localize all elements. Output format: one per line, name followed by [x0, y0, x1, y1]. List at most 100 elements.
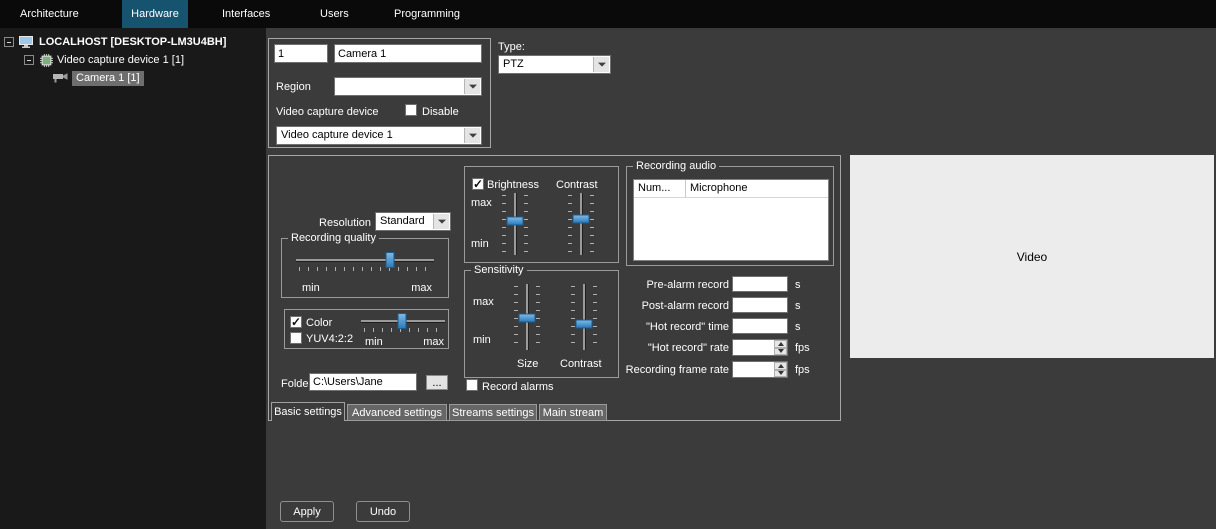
- min-label: min: [471, 238, 489, 250]
- slider-ticks: [524, 195, 528, 253]
- slider-track: [580, 193, 582, 255]
- capture-device-label: Video capture device: [276, 106, 379, 118]
- brightness-label: Brightness: [487, 179, 539, 191]
- tab-architecture[interactable]: Architecture: [12, 0, 87, 28]
- camera-name-input[interactable]: [334, 44, 482, 63]
- tab-basic-settings[interactable]: Basic settings: [271, 402, 345, 421]
- contrast-label: Contrast: [560, 358, 602, 370]
- capture-device-icon: [40, 54, 53, 70]
- unit-label: s: [795, 321, 801, 333]
- collapse-toggle-icon[interactable]: [4, 37, 14, 47]
- record-alarms-checkbox[interactable]: [466, 379, 478, 391]
- pre-alarm-record-input[interactable]: [732, 276, 788, 292]
- color-checkbox[interactable]: [290, 315, 302, 329]
- folder-input[interactable]: [309, 373, 417, 391]
- recording-audio-list[interactable]: Num... Microphone: [633, 179, 829, 261]
- resolution-label: Resolution: [319, 217, 371, 229]
- tree-item-label[interactable]: Video capture device 1 [1]: [57, 53, 184, 68]
- slider-thumb[interactable]: [518, 313, 536, 323]
- chevron-down-icon: [464, 128, 480, 143]
- hot-record-rate-spinner[interactable]: [732, 339, 788, 356]
- camera-icon: [52, 72, 69, 86]
- video-preview-panel: Video: [850, 155, 1214, 358]
- slider-ticks: [536, 286, 540, 348]
- column-header-num[interactable]: Num...: [634, 180, 686, 197]
- tree-row-camera[interactable]: Camera 1 [1]: [0, 70, 266, 87]
- brightness-checkbox[interactable]: [472, 177, 484, 191]
- yuv-checkbox[interactable]: [290, 332, 302, 344]
- camera-identity-panel: Region Video capture device Disable Vide…: [268, 38, 491, 148]
- brightness-slider[interactable]: [502, 193, 528, 255]
- spin-down-icon[interactable]: [774, 369, 787, 377]
- type-label: Type:: [498, 41, 525, 53]
- tab-main-stream[interactable]: Main stream: [539, 404, 607, 421]
- folder-label: Folder: [281, 378, 313, 390]
- tree-item-label[interactable]: Camera 1 [1]: [72, 71, 144, 86]
- hardware-tree: LOCALHOST [DESKTOP-LM3U4BH] Video captur…: [0, 28, 266, 529]
- sensitivity-size-slider[interactable]: [514, 284, 540, 350]
- slider-thumb[interactable]: [385, 252, 395, 268]
- max-label: max: [473, 296, 494, 308]
- capture-device-select-value: Video capture device 1: [281, 129, 393, 141]
- recording-frame-rate-input[interactable]: [733, 362, 773, 377]
- resolution-select-value: Standard: [380, 215, 425, 227]
- post-alarm-record-input[interactable]: [732, 297, 788, 313]
- min-label: min: [302, 282, 320, 294]
- folder-browse-button[interactable]: ...: [426, 375, 448, 390]
- capture-device-select[interactable]: Video capture device 1: [276, 126, 482, 145]
- collapse-toggle-icon[interactable]: [24, 55, 34, 65]
- slider-thumb[interactable]: [397, 313, 407, 329]
- undo-button[interactable]: Undo: [356, 501, 410, 522]
- brightness-contrast-group: Brightness Contrast max min: [464, 166, 619, 263]
- apply-button[interactable]: Apply: [280, 501, 334, 522]
- unit-label: s: [795, 279, 801, 291]
- type-select[interactable]: PTZ: [498, 55, 611, 74]
- tab-users[interactable]: Users: [312, 0, 357, 28]
- computer-icon: [19, 36, 33, 52]
- camera-id-input[interactable]: [274, 44, 328, 63]
- region-select[interactable]: [334, 77, 482, 96]
- type-select-value: PTZ: [503, 58, 524, 70]
- spin-up-icon[interactable]: [774, 340, 787, 348]
- disable-label: Disable: [422, 106, 459, 118]
- tree-row-localhost[interactable]: LOCALHOST [DESKTOP-LM3U4BH]: [0, 34, 266, 51]
- slider-ticks: [568, 195, 572, 253]
- spin-up-icon[interactable]: [774, 362, 787, 370]
- spin-down-icon[interactable]: [774, 347, 787, 355]
- recording-quality-slider[interactable]: [296, 251, 434, 275]
- contrast-slider[interactable]: [568, 193, 594, 255]
- slider-ticks: [299, 267, 431, 271]
- slider-ticks: [514, 286, 518, 348]
- slider-thumb[interactable]: [572, 214, 590, 224]
- sensitivity-contrast-slider[interactable]: [571, 284, 597, 350]
- color-slider[interactable]: [361, 312, 445, 336]
- recording-frame-rate-label: Recording frame rate: [625, 364, 729, 376]
- resolution-select[interactable]: Standard: [375, 212, 451, 231]
- recording-quality-group: Recording quality min max: [281, 232, 449, 298]
- chevron-down-icon: [433, 214, 449, 229]
- size-label: Size: [517, 358, 539, 370]
- list-header: Num... Microphone: [634, 180, 828, 198]
- min-label: min: [473, 334, 491, 346]
- color-group: Color YUV4:2:2 min max: [284, 309, 449, 349]
- tree-item-label[interactable]: LOCALHOST [DESKTOP-LM3U4BH]: [39, 35, 226, 50]
- slider-thumb[interactable]: [506, 216, 524, 226]
- tab-hardware[interactable]: Hardware: [122, 0, 188, 28]
- top-tab-bar: Architecture Hardware Interfaces Users P…: [0, 0, 1216, 28]
- tree-row-capture-device[interactable]: Video capture device 1 [1]: [0, 52, 266, 69]
- recording-frame-rate-spinner[interactable]: [732, 361, 788, 378]
- sensitivity-title: Sensitivity: [471, 264, 527, 276]
- tab-interfaces[interactable]: Interfaces: [214, 0, 278, 28]
- unit-label: s: [795, 300, 801, 312]
- unit-label: fps: [795, 364, 810, 376]
- column-header-microphone[interactable]: Microphone: [686, 180, 828, 197]
- tab-streams-settings[interactable]: Streams settings: [449, 404, 537, 421]
- tab-advanced-settings[interactable]: Advanced settings: [347, 404, 447, 421]
- hot-record-rate-input[interactable]: [733, 340, 773, 355]
- slider-ticks: [502, 195, 506, 253]
- hot-record-time-label: "Hot record" time: [646, 321, 729, 333]
- slider-thumb[interactable]: [575, 319, 593, 329]
- hot-record-time-input[interactable]: [732, 318, 788, 334]
- tab-programming[interactable]: Programming: [386, 0, 468, 28]
- disable-checkbox[interactable]: [405, 104, 417, 116]
